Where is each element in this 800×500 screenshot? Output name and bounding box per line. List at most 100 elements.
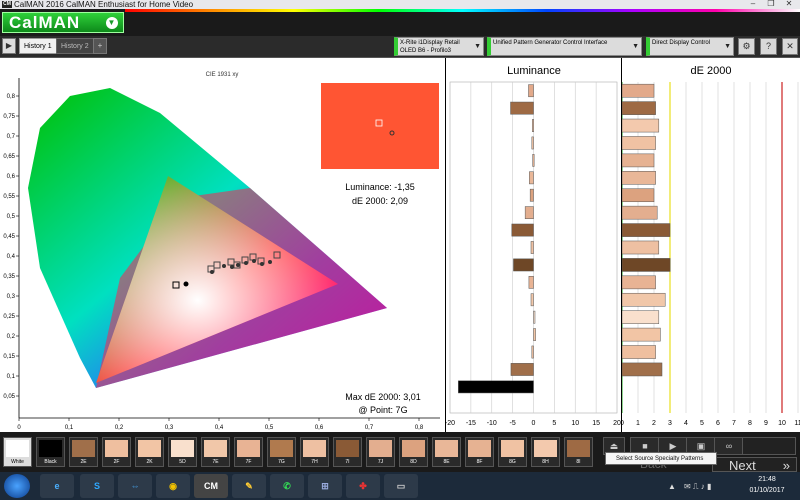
skype-icon[interactable]: S bbox=[80, 474, 114, 498]
calman-logo-button[interactable]: CalMAN ▼ bbox=[2, 12, 124, 33]
patch-swatch[interactable]: 7I bbox=[333, 437, 362, 467]
de-tick-label: 0 bbox=[622, 420, 624, 427]
patch-color bbox=[534, 440, 557, 457]
luminance-tick-label: 20 bbox=[613, 420, 621, 427]
patch-label: 8D bbox=[410, 459, 417, 465]
patch-swatch[interactable]: 7J bbox=[366, 437, 395, 467]
patch-label: 5D bbox=[179, 459, 186, 465]
y-tick-label: 0,15 bbox=[3, 354, 15, 360]
app-icon[interactable]: ✤ bbox=[346, 474, 380, 498]
patch-swatch[interactable]: 2K bbox=[135, 437, 164, 467]
tray-icons[interactable]: ✉ ⎍ ♪ ▮ bbox=[684, 482, 711, 492]
patch-swatch[interactable]: 8G bbox=[498, 437, 527, 467]
help-icon[interactable]: ? bbox=[760, 38, 777, 55]
measured-point bbox=[252, 259, 256, 263]
luminance-bar-7E bbox=[530, 293, 534, 307]
de-bar-7H bbox=[621, 240, 660, 255]
patch-swatch[interactable]: 7G bbox=[267, 437, 296, 467]
patch-swatch[interactable]: 8E bbox=[432, 437, 461, 467]
chevron-down-icon: ▼ bbox=[106, 17, 118, 29]
de-bar-8I bbox=[621, 101, 656, 115]
patch-color bbox=[237, 440, 260, 457]
de-bar-8H bbox=[621, 118, 660, 133]
luminance-bar-7H bbox=[530, 241, 534, 254]
device-pattern-select[interactable]: Unified Pattern Generator Control Interf… bbox=[487, 37, 642, 56]
y-tick-label: 0,05 bbox=[3, 394, 15, 400]
patch-swatch[interactable]: 8F bbox=[465, 437, 494, 467]
patch-color bbox=[39, 440, 62, 457]
rainbow-bar bbox=[125, 9, 800, 12]
patch-swatch[interactable]: 2E bbox=[69, 437, 98, 467]
close-window-button[interactable]: ✕ bbox=[780, 0, 798, 8]
loop-icon[interactable]: ∞ bbox=[714, 437, 744, 455]
luminance-bar-2K bbox=[533, 328, 536, 341]
measured-point bbox=[230, 265, 234, 269]
x-tick-label: 0,1 bbox=[65, 425, 74, 431]
at-point-text: @ Point: 7G bbox=[358, 405, 407, 415]
tab-history-2[interactable]: History 2 bbox=[56, 38, 94, 54]
inset-luminance-text: Luminance: -1,35 bbox=[345, 182, 415, 192]
ie-icon[interactable]: e bbox=[40, 474, 74, 498]
y-tick-label: 0,8 bbox=[7, 94, 16, 100]
de-tick-label: 11 bbox=[794, 420, 800, 427]
gear-icon[interactable]: ⚙ bbox=[738, 38, 755, 55]
x-tick-label: 0,5 bbox=[265, 425, 274, 431]
chrome-icon[interactable]: ◉ bbox=[156, 474, 190, 498]
de-bar-8J bbox=[621, 83, 655, 98]
sidebar-toggle-button[interactable]: ▶ bbox=[2, 38, 16, 54]
luminance-bar-2E bbox=[510, 363, 534, 376]
patch-swatch[interactable]: 8H bbox=[531, 437, 560, 467]
network-icon[interactable]: ⊞ bbox=[308, 474, 342, 498]
patch-swatch[interactable]: 7H bbox=[300, 437, 329, 467]
window-title: CalMAN 2016 CalMAN Enthusiast for Home V… bbox=[14, 0, 194, 9]
whatsapp-icon[interactable]: ✆ bbox=[270, 474, 304, 498]
de-bar-2E bbox=[621, 362, 663, 377]
patch-swatch[interactable]: Black bbox=[36, 437, 65, 467]
measured-point bbox=[222, 264, 226, 268]
patch-label: 8H bbox=[542, 459, 549, 465]
patch-color bbox=[171, 440, 194, 457]
window-icon[interactable]: ▭ bbox=[384, 474, 418, 498]
tab-history-1[interactable]: History 1 bbox=[19, 38, 57, 54]
minimize-button[interactable]: – bbox=[744, 0, 762, 8]
patch-swatch[interactable]: 7F bbox=[234, 437, 263, 467]
patch-label: 2E bbox=[80, 459, 87, 465]
patch-label: 8G bbox=[509, 459, 516, 465]
patch-swatch[interactable]: White bbox=[3, 437, 32, 467]
cie-svg: CIE 1931 xy Luminance: -1,35 dE 2000: 2,… bbox=[3, 72, 440, 431]
cie-title: CIE 1931 xy bbox=[206, 72, 239, 78]
clock[interactable]: 21:48 01/10/2017 bbox=[742, 474, 792, 498]
tray-arrow-icon[interactable]: ▲ bbox=[668, 482, 676, 491]
clock-date: 01/10/2017 bbox=[749, 487, 785, 494]
de-bar-7F bbox=[621, 275, 656, 290]
de-bar-8D bbox=[621, 188, 655, 203]
luminance-bar-8G bbox=[531, 136, 534, 150]
device-meter-select[interactable]: X-Rite i1Display Retail OLED B6 - Profil… bbox=[394, 37, 484, 56]
patch-swatch[interactable]: 5D bbox=[168, 437, 197, 467]
start-button[interactable] bbox=[4, 474, 30, 498]
patch-swatch[interactable]: 8D bbox=[399, 437, 428, 467]
paint-icon[interactable]: ✎ bbox=[232, 474, 266, 498]
maximize-button[interactable]: ❐ bbox=[762, 0, 780, 8]
patch-swatch[interactable]: 7E bbox=[201, 437, 230, 467]
measured-point bbox=[210, 270, 214, 274]
y-tick-label: 0,4 bbox=[7, 254, 16, 260]
teamviewer-icon[interactable]: ⇔ bbox=[118, 474, 152, 498]
close-icon[interactable]: ✕ bbox=[782, 38, 798, 55]
patch-label: 2K bbox=[146, 459, 153, 465]
de-tick-label: 1 bbox=[636, 420, 640, 427]
patch-color bbox=[435, 440, 458, 457]
y-tick-label: 0,7 bbox=[7, 134, 16, 140]
patch-swatch[interactable]: 2F bbox=[102, 437, 131, 467]
chevron-down-icon: ▼ bbox=[724, 43, 731, 50]
calman-icon[interactable]: CM bbox=[194, 474, 228, 498]
luminance-chart: Luminance -20 -15 -10 -5 0 5 10 15 20 bbox=[445, 58, 621, 432]
plus-icon[interactable]: + bbox=[93, 38, 107, 54]
device-display-select[interactable]: Direct Display Control ▼ bbox=[646, 37, 734, 56]
x-tick-label: 0,2 bbox=[115, 425, 124, 431]
de2000-title: dE 2000 bbox=[691, 65, 732, 77]
patch-swatch[interactable]: 8I bbox=[564, 437, 593, 467]
next-button[interactable]: Next » bbox=[712, 457, 797, 473]
luminance-bar-8I bbox=[510, 101, 534, 115]
patch-color bbox=[336, 440, 359, 457]
